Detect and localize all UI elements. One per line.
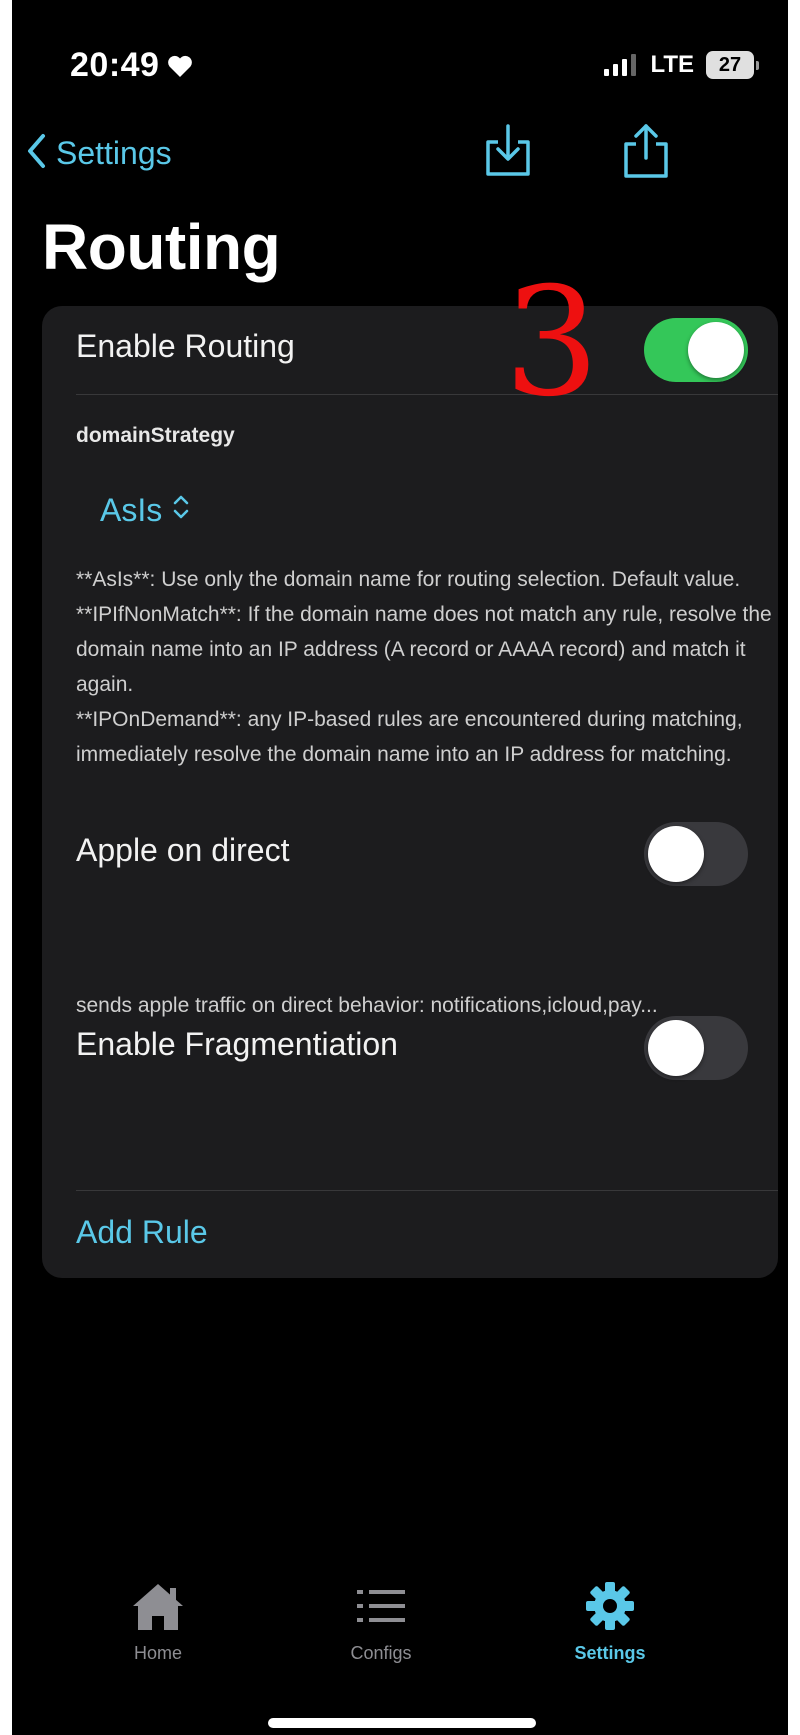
tab-label: Settings (574, 1643, 646, 1663)
signal-icon (604, 54, 637, 76)
divider (76, 394, 778, 395)
annotation-number: 3 (504, 256, 600, 430)
enable-routing-toggle[interactable] (644, 318, 748, 382)
tab-configs[interactable]: Configs (311, 1580, 451, 1664)
enable-routing-label: Enable Routing (76, 328, 295, 364)
back-label: Settings (56, 134, 172, 171)
list-icon (353, 1590, 409, 1636)
domain-strategy-description: **AsIs**: Use only the domain name for r… (76, 562, 776, 772)
status-time: 20:49 (70, 46, 193, 87)
fragmentation-label: Enable Fragmentiation (76, 1026, 398, 1062)
apple-direct-description: sends apple traffic on direct behavior: … (76, 994, 658, 1017)
toggle-knob (648, 1020, 704, 1076)
tab-home[interactable]: Home (88, 1580, 228, 1664)
description-ipifnonmatch: **IPIfNonMatch**: If the domain name doe… (76, 603, 772, 696)
domain-strategy-label: domainStrategy (76, 424, 235, 447)
import-icon[interactable] (480, 122, 536, 180)
divider (76, 1190, 778, 1191)
gear-icon (582, 1582, 638, 1636)
domain-strategy-picker[interactable]: AsIs (100, 492, 190, 529)
domain-strategy-value: AsIs (100, 492, 163, 528)
home-indicator[interactable] (268, 1718, 536, 1728)
page-title: Routing (42, 211, 281, 283)
description-ipondemand: **IPOnDemand**: any IP-based rules are e… (76, 708, 743, 766)
heart-icon (167, 48, 193, 87)
chevron-up-down-icon (162, 492, 190, 529)
phone-screen: 20:49 LTE 27 Settings Routing Enable Rou… (12, 0, 788, 1735)
add-rule-button[interactable]: Add Rule (76, 1214, 208, 1251)
share-icon[interactable] (618, 122, 674, 180)
tab-settings[interactable]: Settings (540, 1580, 680, 1664)
network-type: LTE (650, 51, 694, 78)
fragmentation-toggle[interactable] (644, 1016, 748, 1080)
status-time-text: 20:49 (70, 46, 160, 84)
chevron-left-icon (26, 133, 46, 174)
tab-label: Home (133, 1643, 182, 1663)
back-button[interactable]: Settings (26, 128, 172, 178)
tab-label: Configs (350, 1643, 412, 1663)
description-asis: **AsIs**: Use only the domain name for r… (76, 568, 741, 591)
apple-direct-toggle[interactable] (644, 822, 748, 886)
toggle-knob (648, 826, 704, 882)
battery-icon: 27 (706, 51, 759, 79)
toggle-knob (688, 322, 744, 378)
home-icon (130, 1584, 186, 1636)
routing-settings-card: Enable Routing domainStrategy AsIs **AsI… (42, 306, 778, 1278)
status-right: LTE 27 (604, 50, 759, 80)
apple-direct-label: Apple on direct (76, 832, 290, 868)
